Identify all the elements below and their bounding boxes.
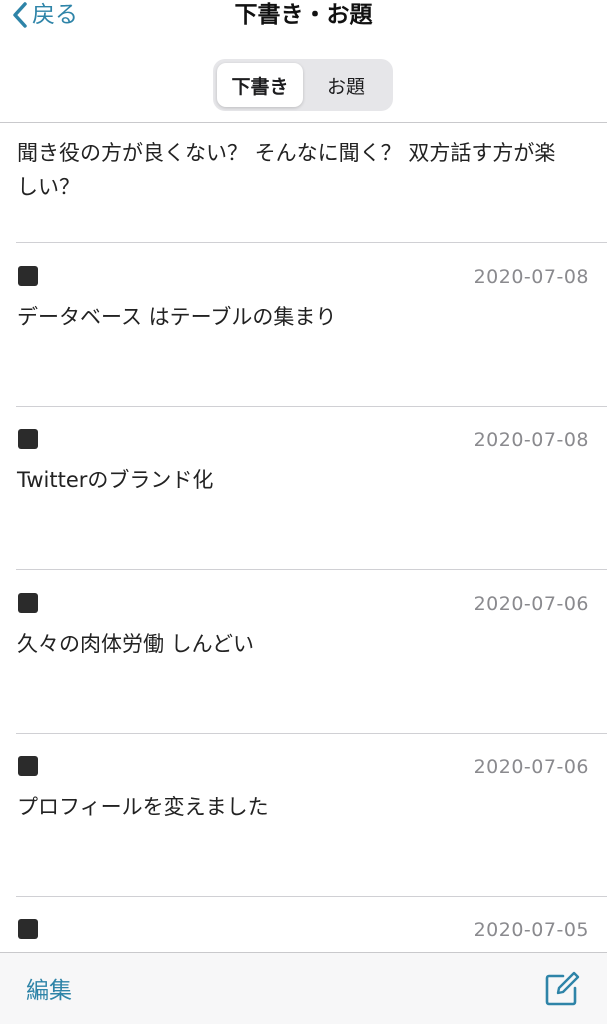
entry-text: Twitterのブランド化 — [17, 468, 214, 492]
segment-topics[interactable]: お題 — [303, 63, 389, 107]
entry-text: 久々の肉体労働 しんどい — [17, 632, 255, 656]
draft-list[interactable]: 2020-07-11 聞き役の方が良くない？ そんなに聞く？ 双方話す方が楽しい… — [0, 0, 607, 952]
square-bullet-icon — [18, 429, 38, 449]
entry-date: 2020-07-08 — [473, 266, 589, 288]
list-item[interactable]: 2020-07-08 データベース はテーブルの集まり — [0, 244, 607, 407]
entry-text: プロフィールを変えました — [17, 795, 269, 819]
entry-date: 2020-07-08 — [473, 429, 589, 451]
segment-drafts[interactable]: 下書き — [217, 63, 303, 107]
compose-icon — [543, 970, 581, 1008]
list-item[interactable]: 2020-07-06 プロフィールを変えました — [0, 734, 607, 897]
entry-text: 聞き役の方が良くない？ そんなに聞く？ 双方話す方が楽しい？ — [17, 141, 556, 199]
square-bullet-icon — [18, 919, 38, 939]
page-title: 下書き・お題 — [234, 2, 373, 28]
app-window: 2020-07-11 聞き役の方が良くない？ そんなに聞く？ 双方話す方が楽しい… — [0, 0, 607, 1024]
entry-date: 2020-07-06 — [473, 756, 589, 778]
list-item[interactable]: 2020-07-08 Twitterのブランド化 — [0, 407, 607, 570]
edit-button[interactable]: 編集 — [26, 971, 72, 1005]
divider — [16, 569, 607, 570]
list-item[interactable]: 2020-07-06 久々の肉体労働 しんどい — [0, 571, 607, 734]
divider — [16, 242, 607, 243]
navigation-bar: 戻る 下書き・お題 下書き お題 — [0, 0, 607, 123]
square-bullet-icon — [18, 266, 38, 286]
entry-text: データベース はテーブルの集まり — [17, 305, 337, 329]
list-item[interactable]: 2020-07-05 — [0, 897, 607, 952]
entry-date: 2020-07-05 — [473, 919, 589, 941]
square-bullet-icon — [18, 593, 38, 613]
square-bullet-icon — [18, 756, 38, 776]
compose-button[interactable] — [543, 970, 581, 1008]
entry-date: 2020-07-06 — [473, 593, 589, 615]
segmented-control: 下書き お題 — [213, 59, 393, 111]
bottom-toolbar: 編集 — [0, 952, 607, 1024]
